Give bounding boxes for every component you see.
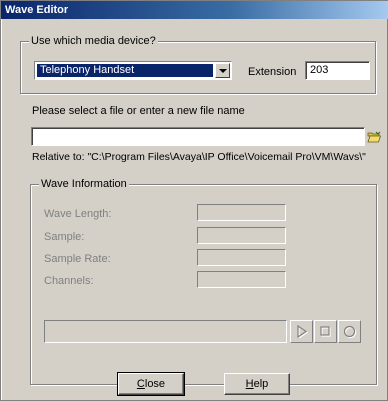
channels-label: Channels: (44, 275, 94, 287)
extension-value: 203 (310, 64, 329, 76)
wave-editor-window: Wave Editor Use which media device? Tele… (0, 0, 388, 401)
file-name-input[interactable] (31, 127, 365, 146)
record-button[interactable] (338, 320, 361, 343)
close-button[interactable]: Close (117, 372, 185, 396)
sample-label: Sample: (44, 231, 85, 243)
channels-field (197, 271, 286, 288)
window-title: Wave Editor (5, 4, 69, 16)
relative-path-label: Relative to: "C:\Program Files\Avaya\IP … (32, 151, 366, 163)
file-prompt-label: Please select a file or enter a new file… (32, 105, 245, 117)
media-device-value: Telephony Handset (37, 64, 213, 77)
help-button-label: Help (246, 374, 269, 394)
close-button-label: Close (137, 374, 165, 394)
media-device-select[interactable]: Telephony Handset (34, 61, 232, 80)
close-accel: C (136, 378, 145, 390)
title-bar[interactable]: Wave Editor (1, 1, 388, 19)
record-icon (343, 325, 356, 338)
wave-information-legend: Wave Information (39, 178, 129, 190)
help-accel: H (245, 378, 254, 390)
stop-button[interactable] (314, 320, 337, 343)
wave-length-label: Wave Length: (44, 208, 112, 220)
sample-field (197, 227, 286, 244)
sample-rate-label: Sample Rate: (44, 253, 111, 265)
close-rest: lose (144, 378, 166, 390)
browse-button[interactable] (365, 127, 382, 146)
media-device-legend: Use which media device? (29, 35, 158, 47)
sample-rate-field (197, 249, 286, 266)
play-icon (297, 325, 308, 338)
wave-length-field (197, 204, 286, 221)
help-rest: elp (253, 378, 269, 390)
extension-input[interactable]: 203 (305, 61, 370, 80)
extension-label: Extension (248, 66, 297, 78)
playback-progress-bar (44, 320, 287, 343)
play-button[interactable] (290, 320, 313, 343)
dropdown-button[interactable] (215, 63, 230, 78)
help-button[interactable]: Help (224, 373, 290, 395)
folder-open-icon (366, 131, 381, 142)
stop-icon (320, 326, 331, 337)
chevron-down-icon (218, 68, 227, 73)
